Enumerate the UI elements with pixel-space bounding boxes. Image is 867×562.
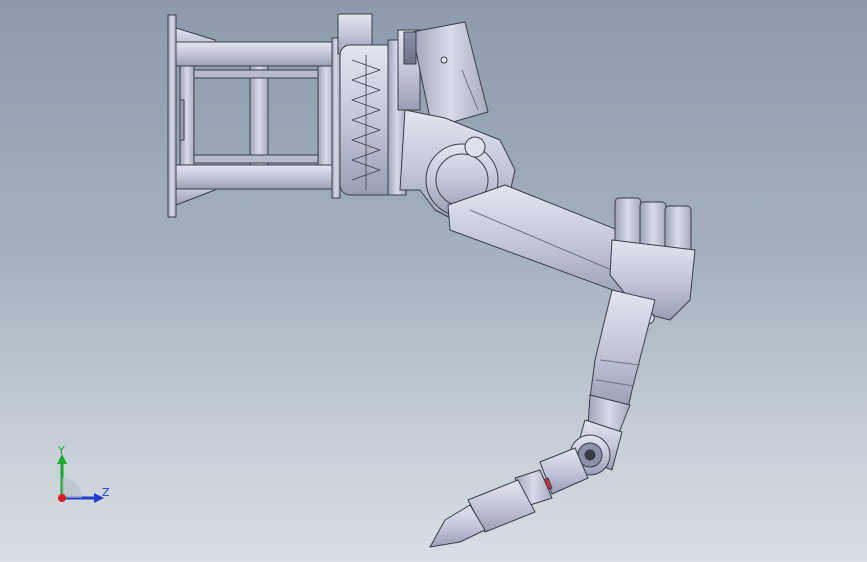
motor-bolt <box>440 56 448 64</box>
mid-rail[interactable] <box>179 99 185 141</box>
axis-triad: Y Z <box>57 444 110 503</box>
gear-housing[interactable] <box>339 44 396 196</box>
triad-plane-quadrant <box>62 478 82 498</box>
cad-3d-viewport[interactable]: Y Z <box>0 0 867 562</box>
shoulder-cap <box>464 136 486 158</box>
forearm[interactable] <box>587 289 656 436</box>
x-axis-dot <box>58 494 66 502</box>
upper-rail[interactable] <box>193 69 319 79</box>
z-axis-label: Z <box>102 486 110 499</box>
lower-beam[interactable] <box>175 164 337 190</box>
mount-plate[interactable] <box>167 14 177 218</box>
lower-rail[interactable] <box>193 154 319 164</box>
robot-arm-model[interactable] <box>0 0 867 562</box>
mid-post[interactable] <box>249 65 269 166</box>
elbow-motor-2[interactable] <box>639 201 667 251</box>
upper-beam[interactable] <box>175 41 337 67</box>
flange-plate[interactable] <box>331 37 341 199</box>
base-frame[interactable] <box>167 14 337 218</box>
y-axis-label: Y <box>57 444 65 457</box>
end-effector[interactable] <box>429 447 589 548</box>
elbow-motor-1[interactable] <box>614 197 642 247</box>
